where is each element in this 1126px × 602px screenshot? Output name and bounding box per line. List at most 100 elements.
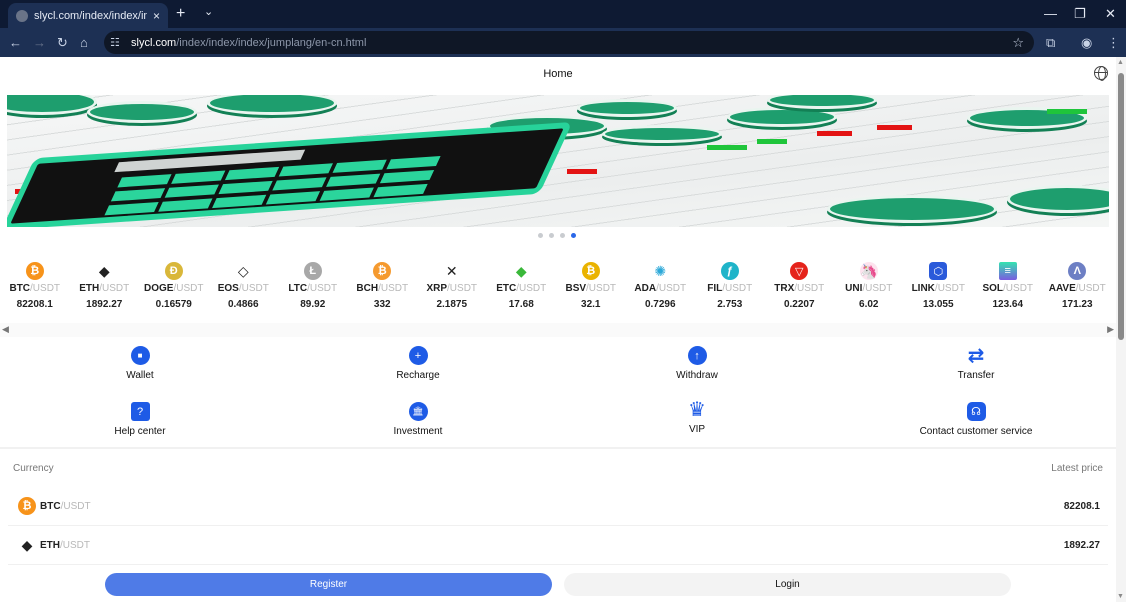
pair-name: FIL/USDT <box>707 283 753 294</box>
ticker-item-bch[interactable]: ₿ BCH/USDT 332 <box>348 262 418 320</box>
arrow-up-icon: ↑ <box>687 346 707 365</box>
market-list-header: Currency Latest price <box>0 449 1116 487</box>
ticker-item-uni[interactable]: 🦄 UNI/USDT 6.02 <box>834 262 904 320</box>
ticker-item-etc[interactable]: ◆ ETC/USDT 17.68 <box>487 262 557 320</box>
ticker-scrollbar[interactable]: ◀ ▶ <box>0 323 1116 337</box>
ticker-item-ltc[interactable]: Ł LTC/USDT 89.92 <box>278 262 348 320</box>
ticker-price: 2.1875 <box>436 299 468 310</box>
profile-icon[interactable]: ◉ <box>1081 35 1092 51</box>
bitcoin-icon: ₿ <box>18 497 36 515</box>
quick-menu: ■ Wallet + Recharge ↑ Withdraw ⇄ Transfe… <box>0 343 1116 447</box>
home-button[interactable]: ⌂ <box>80 35 88 50</box>
market-row-eth[interactable]: ◆ ETH/USDT 1892.27 <box>8 526 1108 565</box>
transfer-icon: ⇄ <box>967 345 985 367</box>
ticker-item-bsv[interactable]: ₿ BSV/USDT 32.1 <box>556 262 626 320</box>
ticker-price: 17.68 <box>508 299 534 310</box>
register-button[interactable]: Register <box>105 573 552 596</box>
pair-name: TRX/USDT <box>774 283 825 294</box>
ticker-price: 89.92 <box>300 299 326 310</box>
menu-label: Wallet <box>126 370 154 381</box>
litecoin-icon: Ł <box>303 262 322 280</box>
ethereum-icon: ◆ <box>18 536 36 554</box>
carousel-indicators <box>538 233 576 238</box>
site-info-icon[interactable]: ☷ <box>110 36 126 49</box>
ticker-item-fil[interactable]: ƒ FIL/USDT 2.753 <box>695 262 765 320</box>
pair-name: BCH/USDT <box>356 283 409 294</box>
ticker-item-link[interactable]: ⬡ LINK/USDT 13.055 <box>904 262 974 320</box>
solana-icon: ≡ <box>998 262 1017 280</box>
carousel-dot[interactable] <box>538 233 543 238</box>
reload-button[interactable]: ↻ <box>57 35 68 51</box>
tab-title: slycl.com/index/index/index/ju <box>34 9 147 22</box>
market-row-btc[interactable]: ₿ BTC/USDT 82208.1 <box>8 487 1108 526</box>
pair-name: ETC/USDT <box>496 283 547 294</box>
menu-withdraw[interactable]: ↑ Withdraw <box>597 346 797 381</box>
ticker-price: 0.7296 <box>644 299 676 310</box>
back-button[interactable]: ← <box>9 35 22 50</box>
menu-investment[interactable]: 🏛 Investment <box>318 402 518 437</box>
help-document-icon: ? <box>130 402 150 421</box>
ticker-item-trx[interactable]: ▽ TRX/USDT 0.2207 <box>765 262 835 320</box>
menu-label: Help center <box>114 426 166 437</box>
ticker-item-eth[interactable]: ◆ ETH/USDT 1892.27 <box>70 262 140 320</box>
browser-tab[interactable]: slycl.com/index/index/index/ju × <box>8 3 168 28</box>
login-button[interactable]: Login <box>564 573 1011 596</box>
browser-tab-bar: slycl.com/index/index/index/ju × + ⌄ — ❐… <box>0 0 1126 28</box>
ticker-item-eos[interactable]: ◇ EOS/USDT 0.4866 <box>209 262 279 320</box>
latest-price: 1892.27 <box>1063 539 1100 551</box>
bookmark-star-icon[interactable]: ☆ <box>1012 35 1024 51</box>
minimize-button[interactable]: — <box>1044 6 1057 21</box>
menu-label: Transfer <box>957 370 995 381</box>
page-content: Home ₿ BTC/USDT 82208.1 ◆ ETH/USDT 1892.… <box>0 57 1116 602</box>
pair-name: BTC/USDT <box>9 283 61 294</box>
scrollbar-thumb[interactable] <box>1118 73 1124 340</box>
scroll-up-arrow-icon[interactable]: ▲ <box>1117 59 1124 66</box>
new-tab-button[interactable]: + <box>176 5 185 23</box>
coin-decoration <box>87 101 197 123</box>
scroll-right-arrow-icon[interactable]: ▶ <box>1107 324 1114 335</box>
ticker-price: 332 <box>373 299 391 310</box>
scroll-down-arrow-icon[interactable]: ▼ <box>1117 593 1124 600</box>
menu-label: VIP <box>688 424 706 435</box>
coin-decoration <box>827 195 997 223</box>
ticker-price: 0.2207 <box>783 299 815 310</box>
menu-vip[interactable]: ♛ VIP <box>597 399 797 435</box>
ticker-item-ada[interactable]: ✺ ADA/USDT 0.7296 <box>626 262 696 320</box>
tab-close-icon[interactable]: × <box>153 9 160 23</box>
url-text[interactable]: slycl.com/index/index/index/jumplang/en-… <box>131 37 366 49</box>
tab-search-chevron-icon[interactable]: ⌄ <box>204 5 213 18</box>
menu-recharge[interactable]: + Recharge <box>318 346 518 381</box>
more-menu-icon[interactable]: ⋮ <box>1107 35 1120 51</box>
carousel-dot[interactable] <box>560 233 565 238</box>
page-scrollbar[interactable]: ▲ ▼ <box>1116 57 1126 602</box>
latest-price-column-header: Latest price <box>1051 462 1103 474</box>
carousel-dot-active[interactable] <box>571 233 576 238</box>
market-list: Currency Latest price ₿ BTC/USDT 82208.1… <box>0 449 1116 565</box>
menu-help-center[interactable]: ? Help center <box>40 402 240 437</box>
menu-transfer[interactable]: ⇄ Transfer <box>876 345 1076 381</box>
ticker-item-aave[interactable]: Λ AAVE/USDT 171.23 <box>1043 262 1113 320</box>
ticker-item-sol[interactable]: ≡ SOL/USDT 123.64 <box>973 262 1043 320</box>
chainlink-icon: ⬡ <box>929 262 948 280</box>
pair-name: LTC/USDT <box>288 283 338 294</box>
banner-carousel[interactable] <box>7 95 1109 227</box>
globe-icon[interactable] <box>1094 66 1108 81</box>
ticker-price: 0.16579 <box>155 299 192 310</box>
forward-button[interactable]: → <box>33 35 46 50</box>
address-bar[interactable]: ☷ slycl.com/index/index/index/jumplang/e… <box>104 31 1034 54</box>
currency-column-header: Currency <box>13 462 54 474</box>
ticker-item-btc[interactable]: ₿ BTC/USDT 82208.1 <box>0 262 70 320</box>
extensions-icon[interactable]: ⧉ <box>1046 35 1055 51</box>
menu-wallet[interactable]: ■ Wallet <box>40 346 240 381</box>
eos-icon: ◇ <box>234 262 253 280</box>
carousel-dot[interactable] <box>549 233 554 238</box>
pair-name: XRP/USDT <box>426 283 478 294</box>
scroll-left-arrow-icon[interactable]: ◀ <box>2 324 9 335</box>
url-host: slycl.com <box>131 36 177 49</box>
window-close-button[interactable]: ✕ <box>1105 6 1116 22</box>
ticker-price: 171.23 <box>1061 299 1093 310</box>
ticker-item-xrp[interactable]: ✕ XRP/USDT 2.1875 <box>417 262 487 320</box>
menu-contact-customer-service[interactable]: ☊ Contact customer service <box>876 402 1076 437</box>
restore-button[interactable]: ❐ <box>1074 6 1086 22</box>
ticker-item-doge[interactable]: Ð DOGE/USDT 0.16579 <box>139 262 209 320</box>
